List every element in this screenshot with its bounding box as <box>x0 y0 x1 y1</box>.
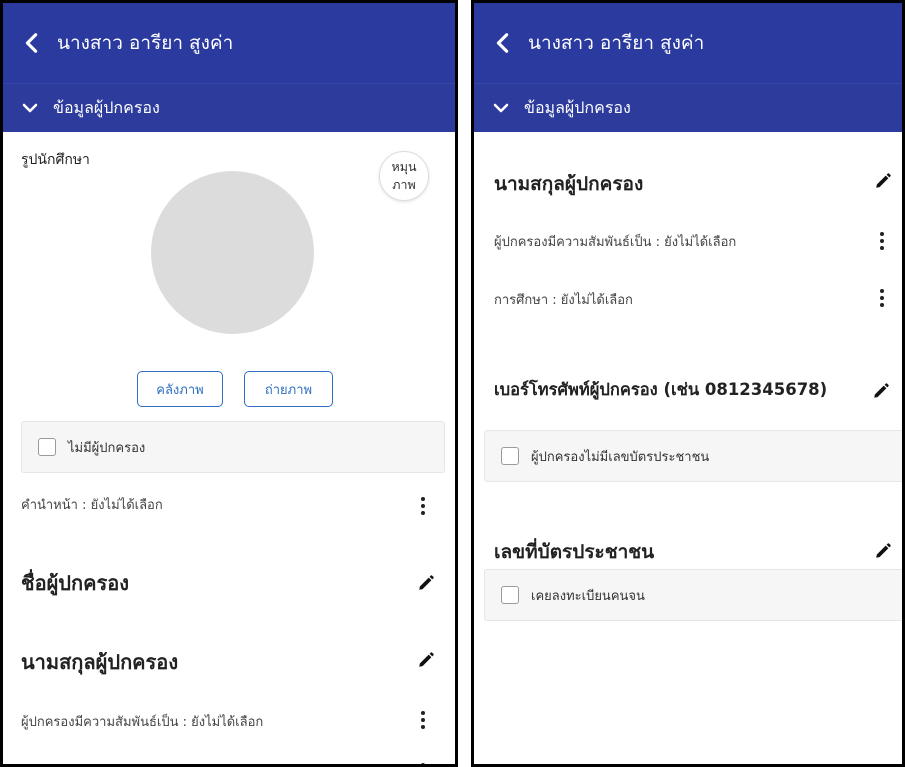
pencil-icon[interactable] <box>874 172 892 190</box>
chevron-down-icon <box>493 103 509 113</box>
education-row-label: การศึกษา : ยังไม่ได้เลือก <box>494 293 633 308</box>
rotate-image-button[interactable]: หมุน ภาพ <box>379 151 429 201</box>
more-vertical-icon[interactable] <box>880 289 884 307</box>
app-bar: นางสาว อารียา สูงค่า <box>474 3 902 83</box>
right-phone-screen: นางสาว อารียา สูงค่า ข้อมูลผู้ปกครอง นาม… <box>471 0 905 767</box>
section-title: ข้อมูลผู้ปกครอง <box>524 97 631 117</box>
poor-registered-checkbox[interactable] <box>501 586 519 604</box>
guardian-last-name-heading: นามสกุลผู้ปกครอง <box>494 173 644 195</box>
guardian-first-name-heading: ชื่อผู้ปกครอง <box>21 571 130 595</box>
more-vertical-icon[interactable] <box>421 763 425 764</box>
student-photo-placeholder <box>151 171 314 334</box>
pencil-icon[interactable] <box>874 542 892 560</box>
more-vertical-icon[interactable] <box>421 497 425 515</box>
section-title: ข้อมูลผู้ปกครอง <box>53 97 160 117</box>
more-vertical-icon[interactable] <box>880 232 884 250</box>
guardian-phone-heading: เบอร์โทรศัพท์ผู้ปกครอง (เช่น 0812345678) <box>494 380 828 399</box>
section-header[interactable]: ข้อมูลผู้ปกครอง <box>474 83 902 132</box>
poor-registered-label: เคยลงทะเบียนคนจน <box>531 588 645 604</box>
no-id-card-label: ผู้ปกครองไม่มีเลขบัตรประชาชน <box>531 449 710 465</box>
pencil-icon[interactable] <box>417 574 435 592</box>
no-guardian-option[interactable]: ไม่มีผู้ปกครอง <box>21 421 445 473</box>
no-id-card-checkbox[interactable] <box>501 447 519 465</box>
relationship-row-label: ผู้ปกครองมีความสัมพันธ์เป็น : ยังไม่ได้เ… <box>494 235 737 250</box>
pencil-icon[interactable] <box>872 382 890 400</box>
back-arrow-icon[interactable] <box>492 32 514 54</box>
poor-registered-option[interactable]: เคยลงทะเบียนคนจน <box>484 569 902 621</box>
pencil-icon[interactable] <box>417 651 435 669</box>
id-card-heading: เลขที่บัตรประชาชน <box>494 541 655 563</box>
page-title: นางสาว อารียา สูงค่า <box>57 32 234 54</box>
page-title: นางสาว อารียา สูงค่า <box>528 32 705 54</box>
section-header[interactable]: ข้อมูลผู้ปกครอง <box>3 83 455 132</box>
back-arrow-icon[interactable] <box>21 32 43 54</box>
left-phone-screen: นางสาว อารียา สูงค่า ข้อมูลผู้ปกครอง รูป… <box>0 0 458 767</box>
more-vertical-icon[interactable] <box>421 711 425 729</box>
no-id-card-option[interactable]: ผู้ปกครองไม่มีเลขบัตรประชาชน <box>484 430 902 482</box>
app-bar: นางสาว อารียา สูงค่า <box>3 3 455 83</box>
relationship-row-label: ผู้ปกครองมีความสัมพันธ์เป็น : ยังไม่ได้เ… <box>21 715 264 730</box>
prefix-row-label: คำนำหน้า : ยังไม่ได้เลือก <box>21 498 163 513</box>
camera-button[interactable]: ถ่ายภาพ <box>244 371 333 407</box>
chevron-down-icon <box>22 103 38 113</box>
gallery-button[interactable]: คลังภาพ <box>137 371 223 407</box>
photo-label: รูปนักศึกษา <box>21 152 90 168</box>
form-content: รูปนักศึกษา หมุน ภาพ คลังภาพ ถ่ายภาพ ไม่… <box>3 131 455 764</box>
guardian-last-name-heading: นามสกุลผู้ปกครอง <box>21 650 179 674</box>
no-guardian-label: ไม่มีผู้ปกครอง <box>68 440 146 456</box>
form-content: นามสกุลผู้ปกครอง ผู้ปกครองมีความสัมพันธ์… <box>474 131 902 764</box>
no-guardian-checkbox[interactable] <box>38 438 56 456</box>
